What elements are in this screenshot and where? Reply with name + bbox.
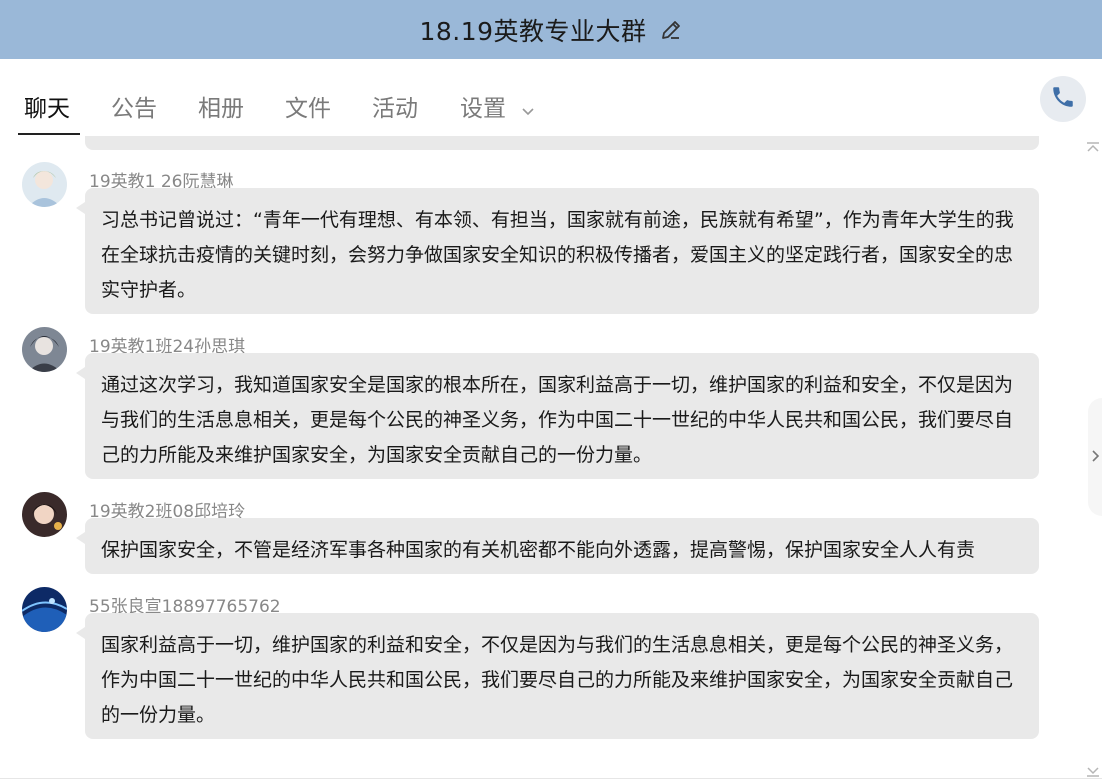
chevron-down-icon: [521, 97, 535, 123]
pencil-icon[interactable]: [659, 18, 683, 42]
avatar[interactable]: [22, 492, 67, 537]
previous-message-bubble: [85, 136, 1039, 150]
tab-files[interactable]: 文件: [285, 89, 331, 123]
message-bubble: 通过这次学习，我知道国家安全是国家的根本所在，国家利益高于一切，维护国家的利益和…: [76, 353, 1039, 479]
chat-message-list[interactable]: 19英教1 26阮慧琳 习总书记曾说过：“青年一代有理想、有本领、有担当，国家就…: [0, 136, 1102, 781]
chevron-down-icon[interactable]: [1085, 764, 1101, 778]
divider: [0, 778, 1102, 779]
tab-bar: 聊天 公告 相册 文件 活动 设置: [0, 59, 1102, 137]
title-bar: 18.19英教专业大群: [0, 0, 1102, 59]
tab-settings[interactable]: 设置: [460, 89, 535, 123]
call-button[interactable]: [1040, 76, 1086, 122]
active-tab-indicator: [18, 133, 80, 135]
message-bubble: 保护国家安全，不管是经济军事各种国家的有关机密都不能向外透露，提高警惕，保护国家…: [76, 518, 1039, 574]
side-panel-toggle[interactable]: [1088, 398, 1102, 516]
message-bubble: 国家利益高于一切，维护国家的利益和安全，不仅是因为与我们的生活息息相关，更是每个…: [76, 613, 1039, 739]
chevron-right-icon: [1090, 448, 1100, 467]
phone-icon: [1050, 84, 1076, 114]
avatar[interactable]: [22, 162, 67, 207]
avatar[interactable]: [22, 587, 67, 632]
tab-announcements[interactable]: 公告: [111, 89, 157, 123]
tab-settings-label: 设置: [460, 96, 506, 122]
message-bubble: 习总书记曾说过：“青年一代有理想、有本领、有担当，国家就有前途，民族就有希望”，…: [76, 188, 1039, 314]
avatar[interactable]: [22, 327, 67, 372]
chevron-up-icon[interactable]: [1085, 139, 1101, 153]
tab-activities[interactable]: 活动: [372, 89, 418, 123]
tab-album[interactable]: 相册: [198, 89, 244, 123]
tab-chat[interactable]: 聊天: [24, 89, 70, 123]
group-title: 18.19英教专业大群: [419, 16, 647, 46]
